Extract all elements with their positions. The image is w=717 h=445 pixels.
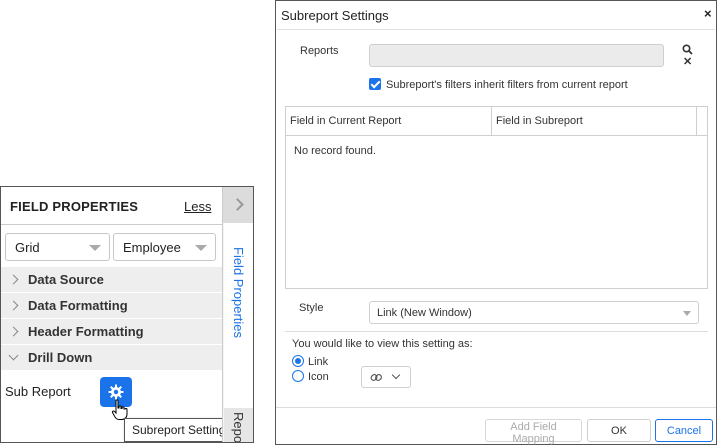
radio-icon-label: Icon [308, 371, 329, 383]
section-header-formatting[interactable]: Header Formatting [1, 319, 222, 345]
radio-icon[interactable] [292, 370, 304, 382]
right-sidebar: Field Properties Repo [222, 187, 253, 443]
less-link[interactable]: Less [184, 199, 211, 214]
cancel-button[interactable]: Cancel [655, 419, 713, 442]
inherit-filters-label: Subreport's filters inherit filters from… [386, 79, 628, 91]
grid-column-header[interactable]: Field in Subreport [492, 107, 697, 136]
ok-button[interactable]: OK [587, 419, 651, 442]
subreport-settings-dialog: Subreport Settings × Reports ✕ Subreport… [275, 0, 717, 445]
radio-link-label: Link [308, 356, 329, 368]
field-select[interactable]: Employee [113, 233, 216, 261]
section-drill-down[interactable]: Drill Down [1, 345, 222, 371]
link-icon [370, 374, 382, 381]
gear-icon [108, 384, 124, 400]
dialog-footer: Add Field Mapping OK Cancel [276, 407, 716, 445]
section-label: Drill Down [28, 350, 93, 365]
section-data-formatting[interactable]: Data Formatting [1, 293, 222, 319]
field-select-value: Employee [123, 240, 181, 255]
inherit-filters-checkbox[interactable] [369, 78, 381, 90]
tab-report[interactable]: Repo [224, 408, 253, 443]
chevron-down-icon [683, 311, 691, 316]
section-label: Data Source [28, 272, 104, 287]
chevron-down-icon [391, 370, 401, 380]
field-properties-title: FIELD PROPERTIES [10, 199, 139, 214]
reports-input[interactable] [369, 44, 664, 67]
add-field-mapping-button[interactable]: Add Field Mapping [485, 419, 582, 445]
section-data-source[interactable]: Data Source [1, 267, 222, 293]
tab-label: Field Properties [231, 247, 246, 339]
grid-header: Field in Current Report Field in Subrepo… [286, 107, 707, 136]
grid-select-value: Grid [15, 240, 40, 255]
collapse-panel-button[interactable] [223, 187, 253, 223]
sub-report-label: Sub Report [5, 384, 71, 399]
column-label: Field in Current Report [290, 115, 402, 127]
grid-empty-message: No record found. [294, 145, 376, 157]
field-mapping-grid: Field in Current Report Field in Subrepo… [285, 106, 708, 289]
chevron-right-icon [8, 300, 19, 311]
icon-picker-dropdown[interactable] [361, 366, 411, 388]
divider [285, 331, 708, 332]
field-properties-main: FIELD PROPERTIES Less Grid Employee Data… [1, 187, 240, 442]
chevron-down-icon [8, 350, 19, 361]
style-select[interactable]: Link (New Window) [369, 301, 699, 324]
style-label: Style [299, 302, 324, 314]
chevron-down-icon [195, 245, 207, 251]
radio-link[interactable] [292, 355, 304, 367]
reports-label: Reports [300, 45, 339, 57]
view-as-label: You would like to view this setting as: [292, 338, 473, 350]
chevron-down-icon [89, 245, 101, 251]
close-icon[interactable]: × [704, 6, 712, 21]
section-label: Header Formatting [28, 324, 144, 339]
chevron-right-icon [8, 274, 19, 285]
column-label: Field in Subreport [496, 115, 583, 127]
field-properties-panel: FIELD PROPERTIES Less Grid Employee Data… [0, 186, 254, 443]
tab-field-properties[interactable]: Field Properties [224, 223, 253, 408]
grid-column-header[interactable]: Field in Current Report [286, 107, 492, 136]
search-icon[interactable] [682, 44, 693, 55]
grid-select[interactable]: Grid [5, 233, 110, 261]
section-label: Data Formatting [28, 298, 128, 313]
field-properties-header: FIELD PROPERTIES Less [1, 187, 222, 225]
dialog-title: Subreport Settings [281, 8, 389, 23]
style-select-value: Link (New Window) [377, 307, 472, 319]
dialog-body: Reports ✕ Subreport's filters inherit fi… [277, 29, 715, 407]
tab-label: Repo [231, 412, 246, 443]
chevron-right-icon [231, 198, 244, 211]
chevron-right-icon [8, 326, 19, 337]
clear-icon[interactable]: ✕ [683, 55, 692, 68]
